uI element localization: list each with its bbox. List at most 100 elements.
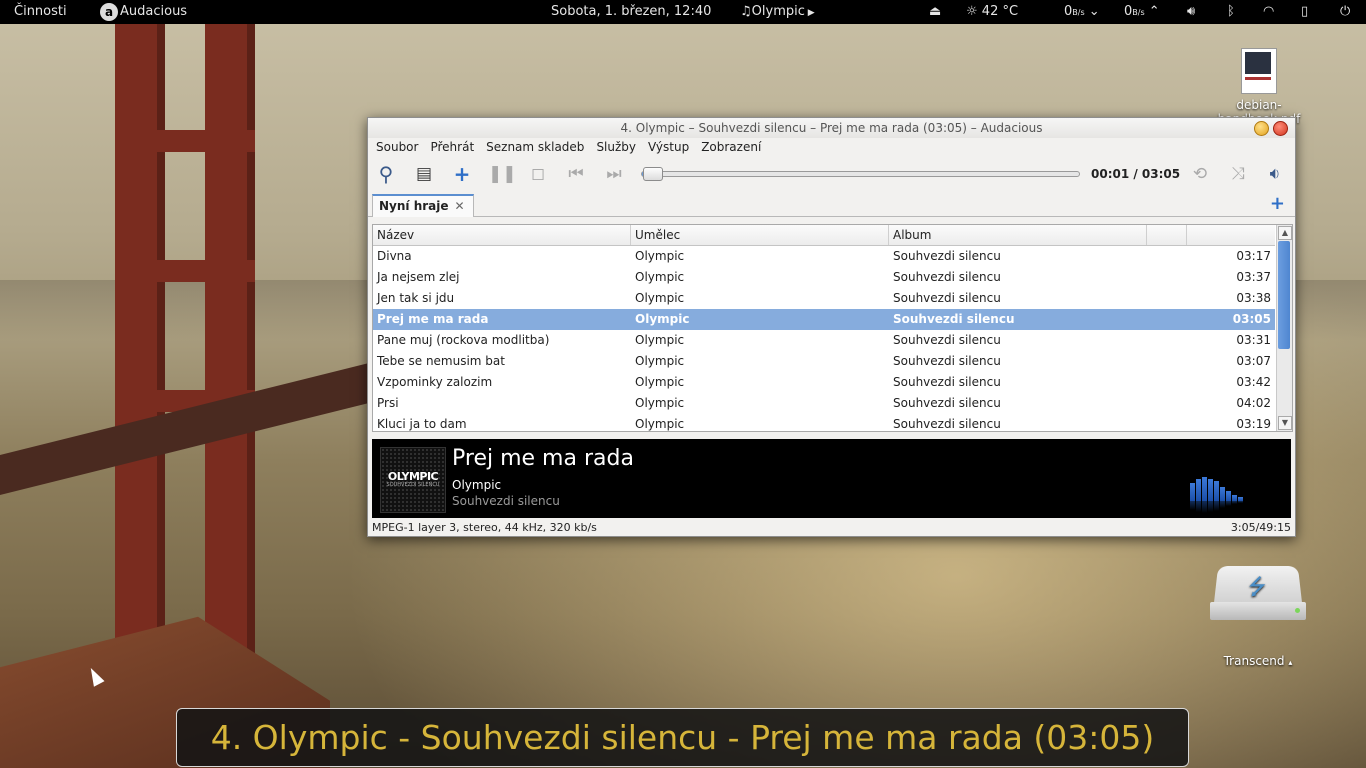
eject-icon[interactable]: ⏏ [929, 0, 941, 24]
visualizer-bar [1202, 477, 1207, 501]
table-row[interactable]: Prej me ma rada Olympic Souhvezdi silencu 0… [373, 309, 1275, 330]
scroll-up-icon[interactable]: ▲ [1278, 226, 1292, 240]
time-display: 00:01 / 03:05 [1091, 167, 1181, 181]
track-length: 03:17 [1236, 249, 1271, 263]
track-length: 03:42 [1236, 375, 1271, 389]
temperature-indicator[interactable]: ☼ 42 °C [966, 0, 1018, 24]
playlist[interactable]: Název Umělec Album Divna Olympic Souhvezdi… [372, 224, 1293, 432]
track-album: Souhvezdi silencu [893, 417, 1001, 431]
scroll-thumb[interactable] [1278, 241, 1290, 349]
toolbar: ⚲ ▤ + ❚❚ ◻ ⏮ ⏭ 00:01 / 03:05 ⟲ ⤨ 🔉︎ [368, 158, 1295, 190]
add-files-icon[interactable]: + [450, 162, 474, 186]
net-down-indicator[interactable]: 0B/s ⌄ [1064, 0, 1100, 24]
minimize-button[interactable] [1254, 121, 1269, 136]
audacious-window: 4. Olympic – Souhvezdi silencu – Prej me… [367, 117, 1296, 537]
table-row[interactable]: Pane muj (rockova modlitba) Olympic Souhve… [373, 330, 1275, 351]
previous-icon[interactable]: ⏮ [564, 162, 588, 186]
track-length: 03:05 [1232, 312, 1271, 326]
close-icon[interactable]: ✕ [455, 199, 465, 213]
column-title[interactable]: Název [373, 225, 631, 245]
track-title: Ja nejsem zlej [377, 270, 460, 284]
activities-button[interactable]: Činnosti [14, 0, 67, 24]
seek-slider[interactable] [641, 167, 1080, 181]
now-playing-indicator[interactable]: ♫Olympic ▶ [740, 0, 815, 24]
menu-bar: Soubor Přehrát Seznam skladeb Služby Výstup Z… [368, 138, 1295, 158]
visualizer-bar [1196, 479, 1201, 501]
clock[interactable]: Sobota, 1. březen, 12:40 [551, 0, 711, 24]
desktop-file-debian-handbook[interactable]: debian-handbook.pdf [1196, 48, 1322, 126]
seek-handle[interactable] [643, 167, 664, 181]
tab-now-playing[interactable]: Nyní hraje ✕ [372, 194, 474, 217]
menu-soubor[interactable]: Soubor [370, 138, 424, 156]
table-row[interactable]: Prsi Olympic Souhvezdi silencu 04:02 [373, 393, 1275, 414]
play-small-icon: ▶ [804, 8, 815, 18]
chevron-down-icon: ⌄ [1088, 4, 1100, 19]
table-row[interactable]: Ja nejsem zlej Olympic Souhvezdi silencu 03… [373, 267, 1275, 288]
track-artist: Olympic [635, 249, 685, 263]
track-artist: Olympic [635, 354, 685, 368]
add-playlist-icon[interactable]: + [1270, 193, 1285, 214]
power-icon[interactable]: ⏻ [1340, 0, 1350, 24]
thermometer-icon: ☼ [966, 4, 978, 19]
table-row[interactable]: Jen tak si jdu Olympic Souhvezdi silencu 03… [373, 288, 1275, 309]
track-length: 04:02 [1236, 396, 1271, 410]
table-row[interactable]: Tebe se nemusim bat Olympic Souhvezdi sile… [373, 351, 1275, 372]
menu-vystup[interactable]: Výstup [642, 138, 695, 156]
wifi-icon[interactable]: ◠ [1263, 0, 1274, 24]
menu-prehrat[interactable]: Přehrát [424, 138, 480, 156]
volume-icon[interactable]: 🔉︎ [1263, 162, 1287, 186]
eject-small-icon[interactable]: ▴ [1288, 658, 1292, 667]
search-icon[interactable]: ⚲ [374, 162, 398, 186]
pause-icon[interactable]: ❚❚ [488, 162, 517, 186]
column-artist[interactable]: Umělec [631, 225, 889, 245]
visualizer-reflection [1202, 501, 1207, 513]
next-icon[interactable]: ⏭ [602, 162, 626, 186]
playlist-scrollbar[interactable]: ▲ ▼ [1276, 225, 1292, 431]
table-row[interactable]: Divna Olympic Souhvezdi silencu 03:17 [373, 246, 1275, 267]
pdf-file-icon [1241, 48, 1277, 94]
repeat-icon[interactable]: ⟲ [1188, 162, 1212, 186]
status-time: 3:05/49:15 [1230, 521, 1291, 534]
menu-seznam-skladeb[interactable]: Seznam skladeb [480, 138, 590, 156]
tab-label: Nyní hraje [379, 199, 449, 213]
wallpaper-bridge-deck [0, 360, 380, 495]
close-button[interactable] [1273, 121, 1288, 136]
table-row[interactable]: Vzpominky zalozim Olympic Souhvezdi silenc… [373, 372, 1275, 393]
menu-zobrazeni[interactable]: Zobrazení [695, 138, 767, 156]
visualizer-bar [1208, 479, 1213, 501]
menu-sluzby[interactable]: Služby [590, 138, 642, 156]
shuffle-icon[interactable]: ⤨ [1226, 162, 1250, 186]
battery-icon[interactable]: ▯ [1301, 0, 1308, 24]
app-menu[interactable]: a Audacious [100, 0, 187, 24]
net-up-indicator[interactable]: 0B/s ⌃ [1124, 0, 1160, 24]
now-playing-artist: Olympic [452, 478, 502, 492]
album-art-subtext: SOUHVEZDI SILENCU [386, 482, 440, 488]
playlist-rows: Divna Olympic Souhvezdi silencu 03:17 Ja nej… [373, 246, 1275, 431]
visualizer-reflection [1232, 501, 1237, 504]
playlist-tabs: Nyní hraje ✕ + [368, 190, 1295, 217]
app-menu-label: Audacious [120, 4, 188, 19]
visualizer-reflection [1196, 501, 1201, 512]
visualizer-bar [1214, 481, 1219, 501]
visualizer-reflection [1190, 501, 1195, 510]
visualizer-reflection [1208, 501, 1213, 512]
column-album[interactable]: Album [889, 225, 1147, 245]
visualizer-bar [1190, 483, 1195, 501]
stop-icon[interactable]: ◻ [526, 162, 550, 186]
column-length[interactable] [1187, 225, 1275, 245]
volume-icon[interactable]: 🔊︎ [1187, 0, 1195, 24]
track-album: Souhvezdi silencu [893, 270, 1001, 284]
track-album: Souhvezdi silencu [893, 375, 1001, 389]
playlist-header: Název Umělec Album [373, 225, 1275, 246]
track-title: Tebe se nemusim bat [377, 354, 505, 368]
chevron-up-icon: ⌃ [1148, 4, 1160, 19]
track-album: Souhvezdi silencu [893, 396, 1001, 410]
window-titlebar[interactable]: 4. Olympic – Souhvezdi silencu – Prej me… [368, 118, 1295, 138]
visualizer-bar [1226, 491, 1231, 501]
column-extra[interactable] [1147, 225, 1187, 245]
scroll-down-icon[interactable]: ▼ [1278, 416, 1292, 430]
desktop-drive-transcend[interactable]: ⭍ Transcend ▴ [1208, 564, 1308, 668]
table-row[interactable]: Kluci ja to dam Olympic Souhvezdi silencu 0… [373, 414, 1275, 431]
open-folder-icon[interactable]: ▤ [412, 162, 436, 186]
bluetooth-icon[interactable]: ᛒ [1227, 0, 1235, 24]
